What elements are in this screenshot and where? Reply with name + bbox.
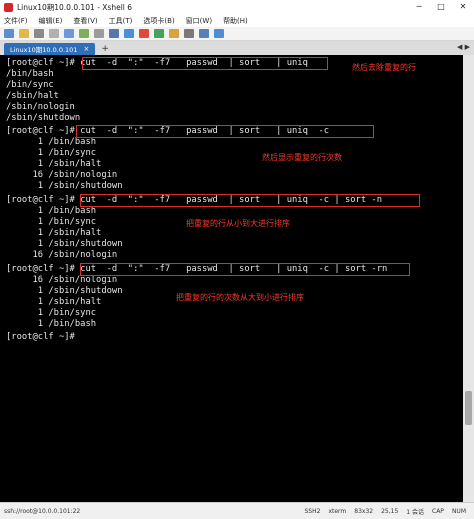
globe-icon[interactable] [124, 29, 134, 38]
tab-close-icon[interactable]: × [83, 45, 89, 53]
tab-session[interactable]: Linux10期10.0.0.101 × [4, 43, 96, 55]
terminal-line: 1 /bin/bash [6, 319, 97, 329]
title-bar: Linux10期10.0.0.101 - Xshell 6 ─ □ ✕ [0, 0, 474, 14]
status-sessions: 1 会话 [406, 508, 425, 516]
terminal-line: 1 /sbin/halt [6, 297, 102, 307]
terminal-line: /sbin/shutdown [6, 113, 81, 123]
xftp-icon[interactable] [139, 29, 149, 38]
session-tab-bar: Linux10期10.0.0.101 × + ◀ ▶ [0, 41, 474, 55]
terminal-line: 1 /sbin/shutdown [6, 286, 123, 296]
command-highlight-box [82, 57, 328, 70]
tab-label: Linux10期10.0.0.101 [10, 46, 78, 54]
menu-help[interactable]: 帮助(H) [223, 16, 248, 26]
scrollbar-thumb[interactable] [465, 391, 472, 425]
tab-nav-arrows-icon[interactable]: ◀ ▶ [457, 43, 470, 51]
paste-icon[interactable] [79, 29, 89, 38]
terminal-line: /bin/sync [6, 80, 54, 90]
find-icon[interactable] [94, 29, 104, 38]
command-highlight-box [76, 125, 374, 138]
annotation-dedupe: 然后去除重复的行 [352, 63, 416, 72]
new-session-icon[interactable] [4, 29, 14, 38]
status-num: NUM [451, 507, 466, 515]
terminal-line: 16 /sbin/nologin [6, 250, 118, 260]
command-highlight-box [80, 194, 420, 207]
add-tab-icon[interactable]: + [101, 43, 109, 55]
menu-bar: 文件(F) 编辑(E) 查看(V) 工具(T) 选项卡(B) 窗口(W) 帮助(… [0, 14, 474, 27]
terminal-line: 16 /sbin/nologin [6, 170, 118, 180]
terminal-line: 1 /bin/sync [6, 148, 97, 158]
status-terminal-type: xterm [328, 507, 347, 515]
open-folder-icon[interactable] [19, 29, 29, 38]
terminal-line: /bin/bash [6, 69, 54, 79]
menu-tab[interactable]: 选项卡(B) [143, 16, 174, 26]
terminal-line: 1 /bin/bash [6, 206, 97, 216]
menu-window[interactable]: 窗口(W) [186, 16, 212, 26]
terminal-output[interactable]: [root@clf ~]# cut -d ":" -f7 passwd | so… [0, 55, 463, 502]
annotation-sort-desc: 把重复的行的次数从大到小进行排序 [176, 293, 304, 302]
terminal-line: 1 /sbin/shutdown [6, 239, 123, 249]
xmanager-icon[interactable] [154, 29, 164, 38]
status-caps: CAP [432, 507, 444, 515]
terminal-line: 1 /sbin/shutdown [6, 181, 123, 191]
terminal-line: 1 /bin/sync [6, 308, 97, 318]
annotation-count: 然后显示重复的行次数 [262, 153, 342, 162]
terminal-line: 1 /sbin/halt [6, 228, 102, 238]
lock-icon[interactable] [169, 29, 179, 38]
menu-file[interactable]: 文件(F) [4, 16, 28, 26]
xshell-app-icon [4, 2, 13, 12]
window-title: Linux10期10.0.0.101 - Xshell 6 [17, 2, 133, 12]
toolbar [0, 27, 474, 41]
terminal-line: 1 /sbin/halt [6, 159, 102, 169]
status-bar: ssh://root@10.0.0.101:22 SSH2 xterm 83x3… [0, 502, 474, 519]
status-cursor: 25,15 [381, 507, 399, 515]
terminal-line: /sbin/halt [6, 91, 59, 101]
status-connection: ssh://root@10.0.0.101:22 [4, 507, 81, 515]
reconnect-icon[interactable] [49, 29, 59, 38]
terminal-prompt: [root@clf ~]# [6, 332, 81, 342]
keyboard-icon[interactable] [184, 29, 194, 38]
menu-view[interactable]: 查看(V) [73, 16, 97, 26]
terminal-line: /sbin/nologin [6, 102, 75, 112]
command-highlight-box [80, 263, 410, 276]
menu-edit[interactable]: 编辑(E) [39, 16, 63, 26]
annotation-sort-asc: 把重复的行从小到大进行排序 [186, 219, 290, 228]
terminal-line: 16 /sbin/nologin [6, 275, 118, 285]
fullscreen-icon[interactable] [199, 29, 209, 38]
status-size: 83x32 [354, 507, 374, 515]
menu-tools[interactable]: 工具(T) [109, 16, 133, 26]
copy-icon[interactable] [64, 29, 74, 38]
status-protocol: SSH2 [304, 507, 321, 515]
maximize-button[interactable]: □ [430, 0, 452, 14]
terminal-line: 1 /bin/bash [6, 137, 97, 147]
help-icon[interactable] [214, 29, 224, 38]
print-icon[interactable] [109, 29, 119, 38]
terminal-scrollbar[interactable] [463, 55, 474, 502]
terminal-line: 1 /bin/sync [6, 217, 97, 227]
close-window-button[interactable]: ✕ [452, 0, 474, 14]
minimize-button[interactable]: ─ [408, 0, 430, 14]
connect-icon[interactable] [34, 29, 44, 38]
